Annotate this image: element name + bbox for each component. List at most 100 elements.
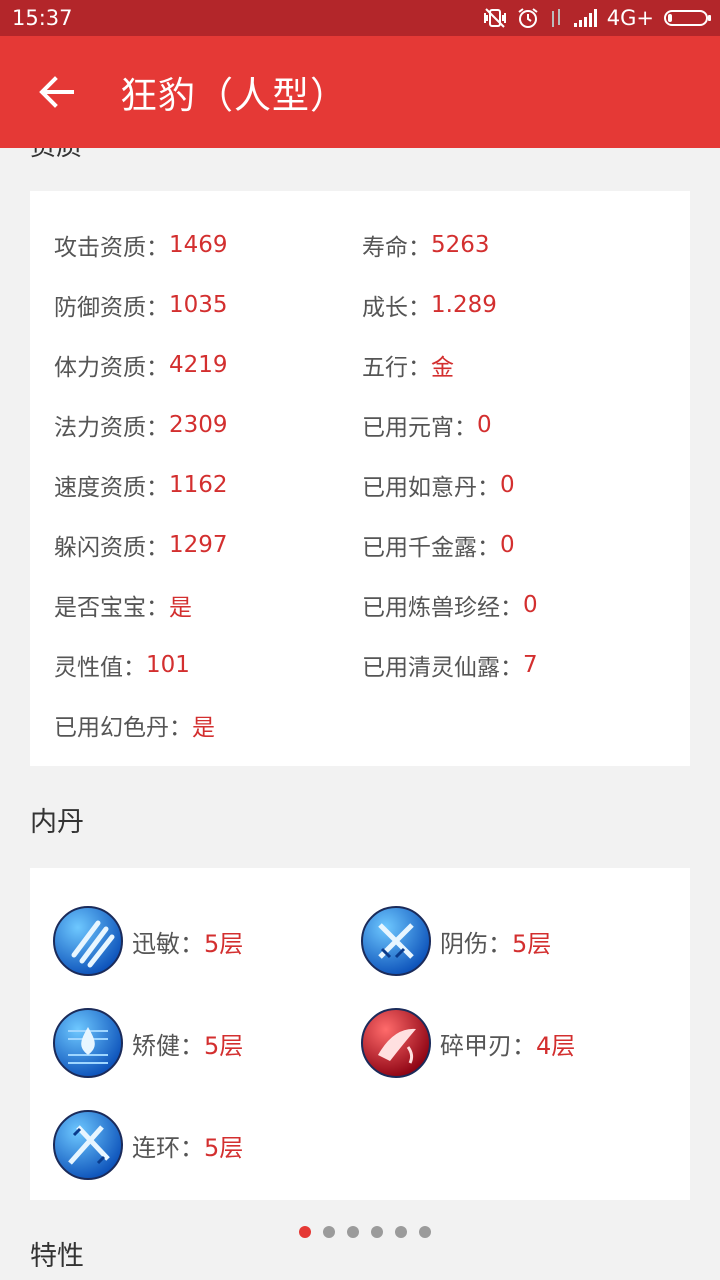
qualification-grid: 攻击资质： 1469 寿命： 5263 防御资质： 1035 成长： 1.289 体力资质： 42… [30,191,690,755]
neidan-item[interactable]: 连环： 5层 [52,1094,360,1196]
qualification-item [362,695,670,755]
blood-blade-icon [361,1008,431,1078]
neidan-name: 迅敏： [132,929,204,958]
qualification-value: 是 [192,715,215,741]
qualification-label: 灵性值： [54,655,146,681]
chain-swords-icon [53,1110,123,1180]
qualification-label: 已用元宵： [362,415,477,441]
qualification-value: 是 [169,595,192,621]
qualification-value: 2309 [169,412,228,438]
qualification-label: 躲闪资质： [54,535,169,561]
neidan-item[interactable]: 碎甲刃： 4层 [360,992,668,1094]
water-drop-icon [53,1008,123,1078]
qualification-item: 已用元宵： 0 [362,395,670,455]
page-dot[interactable] [299,1226,311,1238]
page-indicator[interactable] [299,1226,431,1238]
neidan-item[interactable]: 矫健： 5层 [52,992,360,1094]
arrow-left-icon [39,76,74,108]
neidan-level: 4层 [536,1031,576,1060]
section-title-qualification: 资质 [30,148,82,163]
qualification-label: 五行： [362,355,431,381]
section-title-neidan: 内丹 [30,807,84,838]
qualification-value: 4219 [169,352,228,378]
status-icons: 4G+ [483,6,711,30]
qualification-item: 躲闪资质： 1297 [54,515,362,575]
neidan-card: 迅敏： 5层 阴伤： 5层 矫健： 5层 碎甲刃： 4层 连环： 5层 [30,868,690,1200]
qualification-label: 速度资质： [54,475,169,501]
qualification-item: 法力资质： 2309 [54,395,362,455]
section-title-traits: 特性 [30,1241,84,1272]
vibrate-off-icon [483,8,506,28]
qualification-value: 5263 [431,232,490,258]
qualification-item: 已用清灵仙露： 7 [362,635,670,695]
qualification-label: 已用清灵仙露： [362,655,523,681]
qualification-value: 1297 [169,532,228,558]
qualification-item: 攻击资质： 1469 [54,215,362,275]
qualification-label: 已用如意丹： [362,475,500,501]
qualification-item: 寿命： 5263 [362,215,670,275]
alarm-icon [518,8,538,28]
page-dot[interactable] [371,1226,383,1238]
status-time: 15:37 [12,6,73,30]
neidan-item[interactable]: 迅敏： 5层 [52,890,360,992]
neidan-level: 5层 [204,929,244,958]
qualification-label: 法力资质： [54,415,169,441]
qualification-item: 体力资质： 4219 [54,335,362,395]
qualification-item: 速度资质： 1162 [54,455,362,515]
qualification-label: 已用千金露： [362,535,500,561]
signal-icon [573,9,597,27]
data-arrows-icon [551,9,560,27]
qualification-label: 攻击资质： [54,235,169,261]
neidan-level: 5层 [512,929,552,958]
neidan-item[interactable]: 阴伤： 5层 [360,890,668,992]
qualification-label: 已用幻色丹： [54,715,192,741]
qualification-value: 金 [431,355,454,381]
neidan-name: 矫健： [132,1031,204,1060]
page-dot[interactable] [323,1226,335,1238]
qualification-value: 0 [500,532,515,558]
qualification-item: 防御资质： 1035 [54,275,362,335]
page-dot[interactable] [347,1226,359,1238]
page-title: 狂豹（人型） [120,74,348,117]
qualification-label: 成长： [362,295,431,321]
network-type: 4G+ [606,6,654,30]
page-dot[interactable] [419,1226,431,1238]
neidan-name: 连环： [132,1133,204,1162]
qualification-label: 体力资质： [54,355,169,381]
qualification-card: 攻击资质： 1469 寿命： 5263 防御资质： 1035 成长： 1.289 体力资质： 42… [30,191,690,766]
app-bar: 狂豹（人型） [0,36,720,148]
qualification-value: 1162 [169,472,228,498]
neidan-grid: 迅敏： 5层 阴伤： 5层 矫健： 5层 碎甲刃： 4层 连环： 5层 [30,868,690,1196]
qualification-item: 是否宝宝：是 [54,575,362,635]
qualification-value: 101 [146,652,190,678]
qualification-value: 0 [500,472,515,498]
qualification-item: 成长： 1.289 [362,275,670,335]
qualification-item: 灵性值： 101 [54,635,362,695]
qualification-value: 1469 [169,232,228,258]
status-bar: 15:37 4G+ [0,0,720,36]
qualification-value: 1035 [169,292,228,318]
back-button[interactable] [0,36,112,148]
qualification-item: 已用如意丹： 0 [362,455,670,515]
qualification-item: 已用炼兽珍经： 0 [362,575,670,635]
qualification-value: 0 [523,592,538,618]
neidan-level: 5层 [204,1031,244,1060]
qualification-label: 寿命： [362,235,431,261]
qualification-label: 已用炼兽珍经： [362,595,523,621]
neidan-level: 5层 [204,1133,244,1162]
qualification-value: 7 [523,652,538,678]
qualification-value: 1.289 [431,292,497,318]
neidan-name: 阴伤： [440,929,512,958]
qualification-item: 五行：金 [362,335,670,395]
qualification-label: 防御资质： [54,295,169,321]
page-dot[interactable] [395,1226,407,1238]
qualification-item: 已用千金露： 0 [362,515,670,575]
claw-slash-icon [53,906,123,976]
qualification-label: 是否宝宝： [54,595,169,621]
neidan-name: 碎甲刃： [440,1031,536,1060]
qualification-value: 0 [477,412,492,438]
qualification-item: 已用幻色丹：是 [54,695,362,755]
battery-icon [664,10,711,26]
crossed-swords-icon [361,906,431,976]
scroll-content[interactable]: 资质 攻击资质：1469寿命：5263防御资质：1035成长：1.289体力资质… [0,148,720,1280]
